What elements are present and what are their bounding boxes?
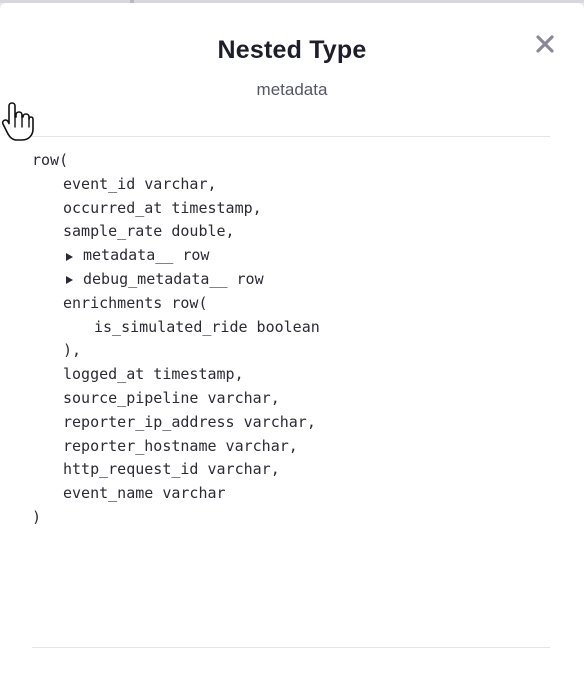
caret-right-icon <box>66 252 73 261</box>
schema-line: occurred_at timestamp, <box>63 198 262 217</box>
schema-line: http_request_id varchar, <box>63 460 280 479</box>
schema-line: event_name varchar <box>63 484 226 503</box>
schema-line: reporter_hostname varchar, <box>63 436 298 455</box>
schema-line: ), <box>63 341 82 360</box>
modal-subtitle: metadata <box>256 80 328 99</box>
bottom-divider <box>32 647 550 648</box>
field-name: debug_metadata__ row <box>83 269 264 288</box>
nested-type-schema: row( event_id varchar, occurred_at timesta… <box>32 149 550 639</box>
caret-right-icon <box>66 276 73 285</box>
schema-line: source_pipeline varchar, <box>63 388 280 407</box>
schema-line: ) <box>32 507 42 526</box>
schema-line: logged_at timestamp, <box>63 365 244 384</box>
nested-type-modal: Nested Type metadata row( event_id varcha… <box>0 3 584 682</box>
schema-line: sample_rate double, <box>63 222 235 241</box>
top-divider <box>32 136 550 137</box>
schema-line: reporter_ip_address varchar, <box>63 412 316 431</box>
schema-line: is_simulated_ride boolean <box>94 317 320 336</box>
schema-line: row( <box>32 151 69 169</box>
modal-title: Nested Type <box>217 36 367 64</box>
schema-line: event_id varchar, <box>63 174 217 193</box>
expandable-field-row[interactable]: debug_metadata__ row <box>32 268 550 292</box>
expandable-field-row[interactable]: metadata__ row <box>32 244 550 268</box>
field-name: metadata__ row <box>83 246 210 265</box>
schema-line: enrichments row( <box>63 293 208 312</box>
